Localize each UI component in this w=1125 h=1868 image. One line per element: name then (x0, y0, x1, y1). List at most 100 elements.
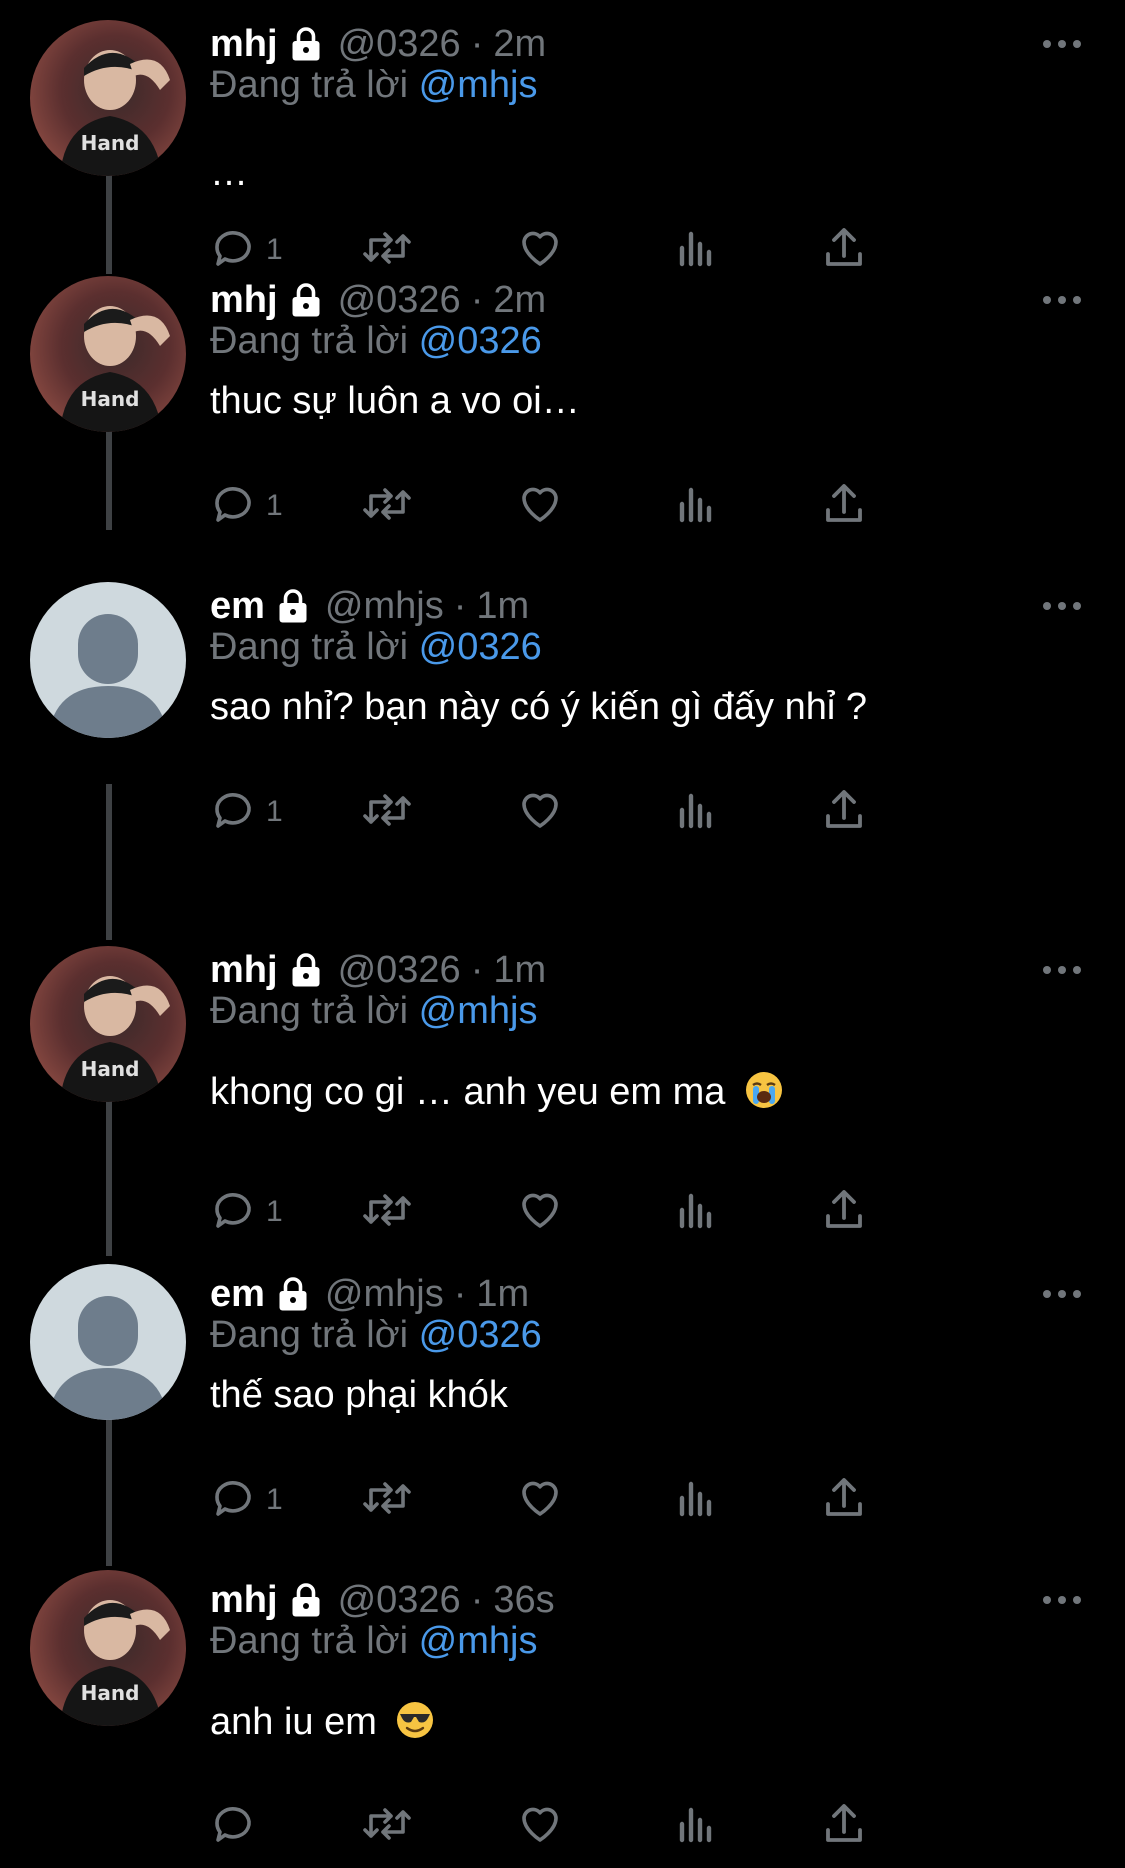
reply-button[interactable]: 1 (210, 784, 283, 840)
timestamp[interactable]: 36s (493, 1579, 554, 1622)
reply-prefix: Đang trả lời (210, 320, 409, 362)
mention-link[interactable]: @0326 (419, 626, 542, 668)
more-icon[interactable] (1040, 594, 1084, 618)
mention-link[interactable]: @0326 (419, 1314, 542, 1356)
more-icon[interactable] (1040, 1588, 1084, 1612)
avatar[interactable]: Hand (30, 276, 186, 432)
reply-button[interactable]: 1 (210, 1472, 283, 1528)
timestamp[interactable]: 1m (493, 949, 546, 992)
tweet-text-row: anh iu em (210, 1700, 435, 1750)
mention-link[interactable]: @mhjs (419, 64, 538, 106)
default-avatar-icon (48, 614, 168, 738)
views-icon (672, 224, 720, 277)
mention-link[interactable]: @mhjs (419, 990, 538, 1032)
avatar[interactable] (30, 1264, 186, 1420)
handle[interactable]: @0326 (338, 279, 461, 322)
lock-icon (275, 1276, 311, 1312)
more-icon[interactable] (1040, 288, 1084, 312)
heart-icon (516, 1186, 564, 1239)
reply-count: 1 (266, 233, 283, 266)
lock-icon (275, 588, 311, 624)
tweet-text: … (210, 152, 248, 194)
timestamp[interactable]: 1m (476, 1273, 529, 1316)
mention-link[interactable]: @0326 (419, 320, 542, 362)
like-button[interactable] (516, 478, 564, 534)
display-name[interactable]: mhj (210, 1579, 278, 1622)
share-button[interactable] (820, 1472, 868, 1528)
share-button[interactable] (820, 784, 868, 840)
reply-count: 1 (266, 795, 283, 828)
reply-prefix: Đang trả lời (210, 626, 409, 668)
handle[interactable]: @0326 (338, 23, 461, 66)
views-button[interactable] (672, 1472, 720, 1528)
retweet-button[interactable] (360, 1184, 414, 1240)
display-name[interactable]: em (210, 585, 265, 628)
thread-connector (106, 784, 112, 940)
retweet-icon (360, 224, 414, 277)
views-icon (672, 1186, 720, 1239)
more-icon[interactable] (1040, 958, 1084, 982)
display-name[interactable]: mhj (210, 23, 278, 66)
tweet-text: thuc sự luôn a vo oi… (210, 380, 580, 422)
reply-prefix: Đang trả lời (210, 990, 409, 1032)
share-button[interactable] (820, 1184, 868, 1240)
handle[interactable]: @0326 (338, 949, 461, 992)
display-name[interactable]: mhj (210, 949, 278, 992)
reply-prefix: Đang trả lời (210, 1620, 409, 1662)
retweet-button[interactable] (360, 1798, 414, 1854)
like-button[interactable] (516, 1798, 564, 1854)
handle[interactable]: @mhjs (325, 585, 444, 628)
separator: · (453, 1272, 467, 1315)
timestamp[interactable]: 1m (476, 585, 529, 628)
retweet-button[interactable] (360, 784, 414, 840)
tweet-actions (210, 1798, 1010, 1858)
views-button[interactable] (672, 1184, 720, 1240)
tweet-text: khong co gi … anh yeu em ma (210, 1071, 726, 1113)
share-button[interactable] (820, 478, 868, 534)
mention-link[interactable]: @mhjs (419, 1620, 538, 1662)
lock-icon (288, 952, 324, 988)
reply-button[interactable]: 1 (210, 1184, 283, 1240)
lock-icon (288, 1582, 324, 1618)
handle[interactable]: @0326 (338, 1579, 461, 1622)
retweet-button[interactable] (360, 478, 414, 534)
tweet-actions: 1 (210, 1184, 1010, 1244)
handle[interactable]: @mhjs (325, 1273, 444, 1316)
like-button[interactable] (516, 1184, 564, 1240)
share-button[interactable] (820, 222, 868, 278)
timestamp[interactable]: 2m (493, 279, 546, 322)
share-icon (820, 1800, 868, 1853)
reply-icon (210, 1186, 258, 1239)
avatar[interactable]: Hand (30, 1570, 186, 1726)
retweet-button[interactable] (360, 1472, 414, 1528)
tweet-text: sao nhỉ? bạn này có ý kiến gì đấy nhỉ ? (210, 686, 868, 728)
separator: · (470, 22, 484, 65)
share-icon (820, 480, 868, 533)
thread-connector (106, 1416, 112, 1566)
lock-icon (288, 282, 324, 318)
display-name[interactable]: mhj (210, 279, 278, 322)
display-name[interactable]: em (210, 1273, 265, 1316)
separator: · (470, 1578, 484, 1621)
more-icon[interactable] (1040, 32, 1084, 56)
reply-icon (210, 1800, 258, 1853)
heart-icon (516, 480, 564, 533)
heart-icon (516, 224, 564, 277)
avatar[interactable] (30, 582, 186, 738)
like-button[interactable] (516, 1472, 564, 1528)
replying-to: Đang trả lời @mhjs (210, 64, 537, 107)
reply-button[interactable] (210, 1798, 266, 1854)
views-button[interactable] (672, 784, 720, 840)
views-button[interactable] (672, 1798, 720, 1854)
avatar[interactable]: Hand (30, 20, 186, 176)
timestamp[interactable]: 2m (493, 23, 546, 66)
views-icon (672, 480, 720, 533)
more-icon[interactable] (1040, 1282, 1084, 1306)
views-button[interactable] (672, 222, 720, 278)
avatar[interactable]: Hand (30, 946, 186, 1102)
reply-button[interactable]: 1 (210, 478, 283, 534)
like-button[interactable] (516, 784, 564, 840)
heart-icon (516, 1800, 564, 1853)
share-button[interactable] (820, 1798, 868, 1854)
views-button[interactable] (672, 478, 720, 534)
